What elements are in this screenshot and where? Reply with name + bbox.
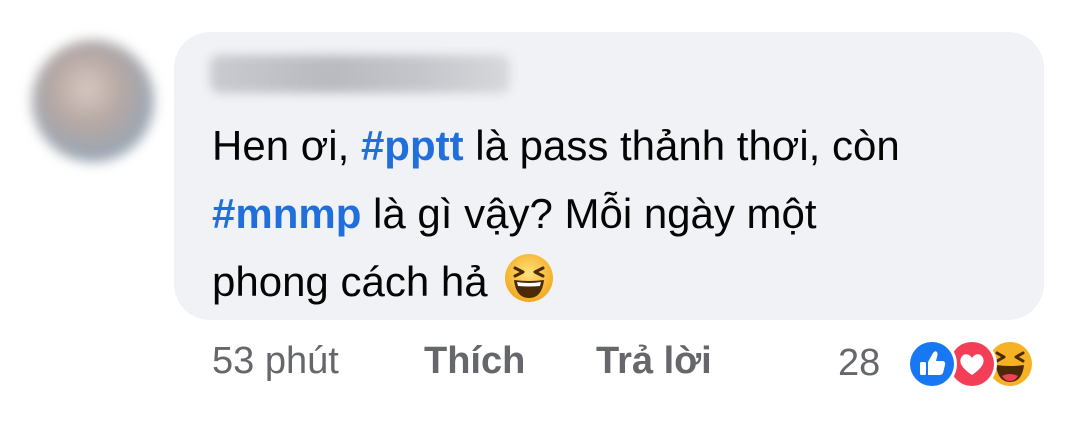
reply-button[interactable]: Trả lời [596,340,712,383]
comment-text-part: là gì vậy? Mỗi ngày một [361,190,817,237]
comment-text-part: là pass thảnh thơi, còn [463,122,900,169]
comment-text-part: phong cách hả [212,258,488,305]
author-name-blurred[interactable] [210,55,510,93]
avatar[interactable] [32,40,154,162]
like-reaction-icon [907,339,957,389]
comment-text-part: Hen ơi, [212,122,361,169]
hashtag-mnmp[interactable]: #mnmp [212,190,361,237]
hashtag-pptt[interactable]: #pptt [361,122,464,169]
like-button[interactable]: Thích [424,340,525,383]
timestamp[interactable]: 53 phút [212,340,339,383]
comment-text: Hen ơi, #pptt là pass thảnh thơi, còn #m… [212,112,1022,316]
reaction-count: 28 [838,342,881,384]
laughing-emoji-icon [505,254,554,302]
reaction-summary[interactable]: 28 [838,338,1048,390]
